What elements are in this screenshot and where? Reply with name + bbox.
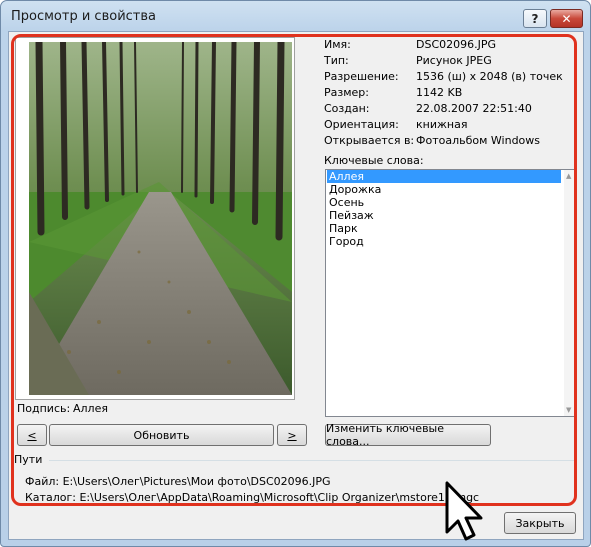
file-path-label: Файл:	[25, 475, 60, 488]
scroll-up-icon[interactable]: ▲	[566, 172, 571, 180]
properties-window: Просмотр и свойства ? ✕ Подпись: Аллея <…	[0, 0, 591, 547]
paths-divider	[49, 460, 575, 461]
keywords-scrollbar[interactable]: ▲ ▼	[564, 170, 575, 416]
property-label: Разрешение:	[324, 70, 399, 83]
keywords-label: Ключевые слова:	[324, 154, 424, 167]
property-value: 1142 KB	[416, 86, 463, 99]
refresh-button[interactable]: Обновить	[49, 424, 274, 446]
keywords-list[interactable]: Аллея Дорожка Осень Пейзаж Парк Город ▲ …	[325, 169, 576, 417]
edit-keywords-button[interactable]: Изменить ключевые слова...	[325, 422, 491, 448]
paths-heading: Пути	[14, 453, 43, 466]
photo-preview	[29, 42, 292, 395]
property-label: Ориентация:	[324, 118, 399, 131]
help-button[interactable]: ?	[523, 9, 547, 28]
property-value: 22.08.2007 22:51:40	[416, 102, 532, 115]
folder-path-row: Каталог: E:\Users\Олег\AppData\Roaming\M…	[25, 491, 479, 504]
property-label: Размер:	[324, 86, 369, 99]
property-label: Открывается в:	[324, 134, 415, 147]
property-label: Создан:	[324, 102, 370, 115]
refresh-label: Обновить	[133, 428, 190, 442]
property-value: Фотоальбом Windows	[416, 134, 541, 147]
property-value: Рисунок JPEG	[416, 54, 492, 67]
title-bar[interactable]: Просмотр и свойства ? ✕	[1, 1, 590, 31]
property-value: 1536 (ш) х 2048 (в) точек	[416, 70, 563, 83]
folder-path-label: Каталог:	[25, 491, 76, 504]
next-label: >	[287, 428, 297, 442]
scroll-down-icon[interactable]: ▼	[566, 406, 571, 414]
file-path-value: E:\Users\Олег\Pictures\Мои фото\DSC02096…	[62, 475, 331, 488]
property-value: DSC02096.JPG	[416, 38, 497, 51]
keyword-item[interactable]: Парк	[327, 222, 561, 235]
dialog-body: Подпись: Аллея < Обновить > Имя: DSC02096…	[8, 31, 584, 540]
alley-photo-image	[29, 42, 292, 395]
photo-preview-frame	[15, 37, 295, 400]
next-button[interactable]: >	[277, 424, 307, 446]
previous-button[interactable]: <	[17, 424, 47, 446]
folder-path-value: E:\Users\Олег\AppData\Roaming\Microsoft\…	[79, 491, 480, 504]
mouse-pointer-icon	[445, 481, 483, 541]
keyword-item[interactable]: Осень	[327, 196, 561, 209]
property-value: книжная	[416, 118, 468, 131]
keyword-item[interactable]: Пейзаж	[327, 209, 561, 222]
caption-value: Аллея	[73, 402, 108, 415]
edit-keywords-label: Изменить ключевые слова...	[326, 422, 445, 448]
property-label: Имя:	[324, 38, 351, 51]
close-button[interactable]: Закрыть	[504, 512, 576, 534]
keyword-item[interactable]: Город	[327, 235, 561, 248]
window-title: Просмотр и свойства	[11, 9, 156, 24]
close-button-label: Закрыть	[515, 516, 565, 530]
keyword-item[interactable]: Аллея	[327, 170, 561, 183]
property-label: Тип:	[324, 54, 349, 67]
close-window-button[interactable]: ✕	[550, 9, 583, 28]
previous-label: <	[27, 428, 37, 442]
caption-label: Подпись:	[17, 402, 71, 415]
keyword-item[interactable]: Дорожка	[327, 183, 561, 196]
file-path-row: Файл: E:\Users\Олег\Pictures\Мои фото\DS…	[25, 475, 331, 488]
